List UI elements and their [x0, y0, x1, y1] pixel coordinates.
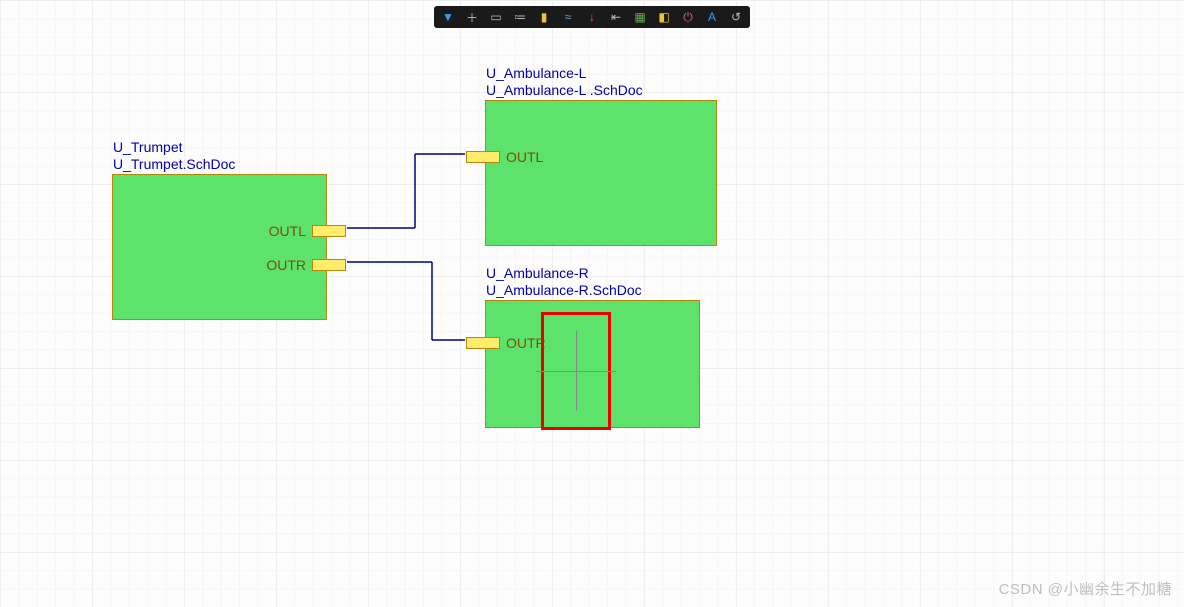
sheet-trumpet[interactable]: U_Trumpet U_Trumpet.SchDoc OUTL OUTR — [112, 174, 327, 320]
sheet-ambulance-l[interactable]: U_Ambulance-L U_Ambulance-L .SchDoc OUTL — [485, 100, 717, 246]
sheet-ambL-labels: U_Ambulance-L U_Ambulance-L .SchDoc — [486, 65, 643, 99]
sheet-icon[interactable]: ▦ — [632, 9, 648, 25]
port-trumpet-outr-label: OUTR — [266, 257, 306, 273]
port-stub-icon — [312, 259, 346, 271]
align-icon[interactable]: ≔ — [512, 9, 528, 25]
sheet-ambR-filename: U_Ambulance-R.SchDoc — [486, 282, 642, 299]
watermark-text: CSDN @小幽余生不加糖 — [999, 578, 1172, 599]
port-trumpet-outl[interactable]: OUTL — [269, 223, 346, 239]
port-stub-icon — [466, 151, 500, 163]
sheet-ambL-designator: U_Ambulance-L — [486, 65, 643, 82]
port-trumpet-outr[interactable]: OUTR — [266, 257, 346, 273]
rectangle-icon[interactable]: ▭ — [488, 9, 504, 25]
sheet-ambulance-r[interactable]: U_Ambulance-R U_Ambulance-R.SchDoc OUTR — [485, 300, 700, 428]
text-icon[interactable]: A — [704, 9, 720, 25]
schematic-toolbar: ▼ ＋ ▭ ≔ ▮ ≈ ↓ ⇤ ▦ ◧ ⏻ A ↺ — [434, 6, 750, 28]
pointer-icon[interactable]: ▼ — [440, 9, 456, 25]
sheet-trumpet-labels: U_Trumpet U_Trumpet.SchDoc — [113, 139, 235, 173]
port-ambR-outr-label: OUTR — [506, 335, 546, 351]
sheet-ambL-filename: U_Ambulance-L .SchDoc — [486, 82, 643, 99]
component-icon[interactable]: ▮ — [536, 9, 552, 25]
net-icon[interactable]: ≈ — [560, 9, 576, 25]
sheet-ambR-designator: U_Ambulance-R — [486, 265, 642, 282]
port-ambL-outl-label: OUTL — [506, 149, 543, 165]
port-ambL-outl[interactable]: OUTL — [466, 149, 543, 165]
sheet-ambR-labels: U_Ambulance-R U_Ambulance-R.SchDoc — [486, 265, 642, 299]
pin-icon[interactable]: ↓ — [584, 9, 600, 25]
port-stub-icon — [466, 337, 500, 349]
port-stub-icon — [312, 225, 346, 237]
sheet-trumpet-designator: U_Trumpet — [113, 139, 235, 156]
undo-icon[interactable]: ↺ — [728, 9, 744, 25]
port-trumpet-outl-label: OUTL — [269, 223, 306, 239]
sheet-trumpet-filename: U_Trumpet.SchDoc — [113, 156, 235, 173]
port-ambR-outr[interactable]: OUTR — [466, 335, 546, 351]
power-icon[interactable]: ⏻ — [680, 9, 696, 25]
crosshair-icon[interactable]: ＋ — [464, 9, 480, 25]
tag-icon[interactable]: ◧ — [656, 9, 672, 25]
wire-icon[interactable]: ⇤ — [608, 9, 624, 25]
